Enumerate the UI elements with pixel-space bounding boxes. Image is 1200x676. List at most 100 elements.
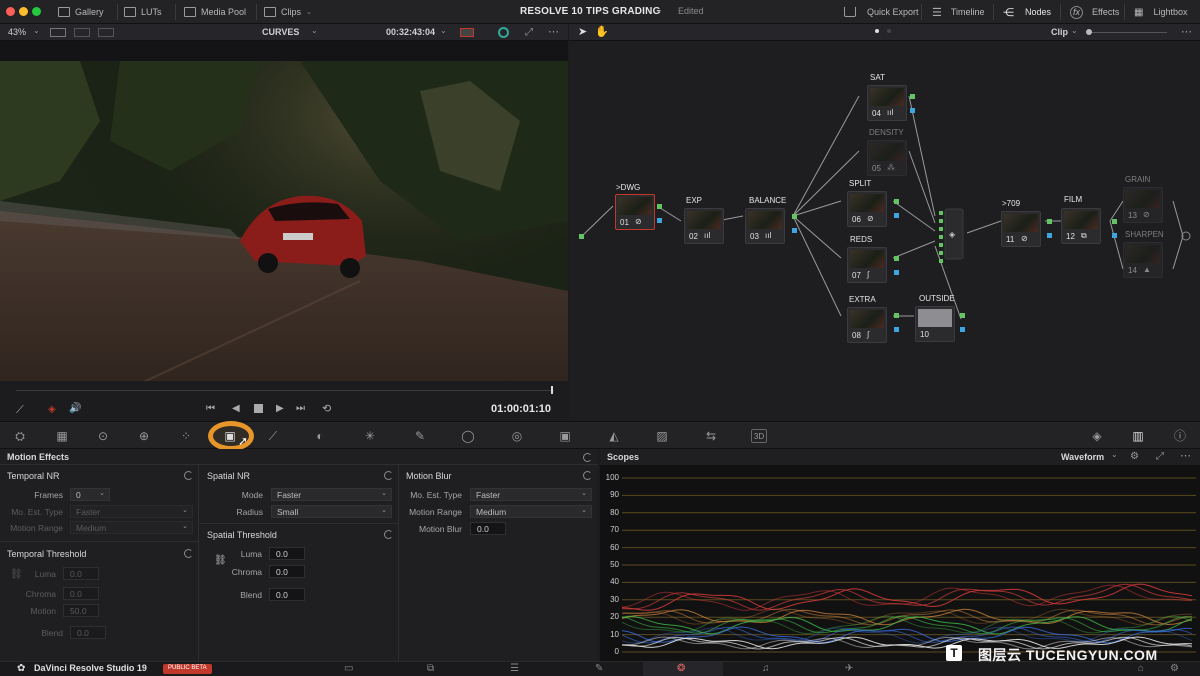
speaker-icon[interactable]: 🔊 [69,403,81,414]
camera-raw-icon[interactable]: ⛭ [12,429,28,443]
more-options-icon[interactable]: ⋯ [1181,25,1192,38]
node-04[interactable]: 04 ııl [867,85,907,121]
spatial-luma-input[interactable]: 0.0 [269,547,305,560]
go-to-start-icon[interactable]: ⏮ [206,403,215,414]
node-11[interactable]: 11 ⊘ [1001,211,1041,247]
color-match-icon[interactable]: ▦ [54,429,70,443]
spatial-chroma-input[interactable]: 0.0 [269,565,305,578]
node-06[interactable]: 06 ⊘ [847,191,887,227]
tab-effects[interactable]: fx Effects [1070,4,1119,20]
node-editor[interactable]: ◈ >DWG 01 ⊘ EXP 02 ııl BALANCE 03 ııl SAT 0… [569,41,1200,421]
minimize-window-button[interactable] [19,7,28,16]
fullscreen-icon[interactable]: ⤢ [525,27,533,38]
reset-icon[interactable] [583,471,592,480]
qualifier-pick-icon[interactable]: ✎ [412,429,428,443]
color-picker-icon[interactable] [498,27,509,38]
chevron-down-icon[interactable]: ⌄ [33,26,40,35]
primaries-icon[interactable]: ⊙ [95,429,111,443]
tab-nodes[interactable]: ⋲ Nodes [1003,4,1051,20]
playhead[interactable] [551,386,553,394]
spatial-blend-input[interactable]: 0.0 [269,588,305,601]
node-05[interactable]: 05 ⁂ [867,140,907,176]
stop-icon[interactable] [254,404,263,413]
edit-page-icon[interactable]: ☰ [510,663,519,674]
info-icon[interactable]: ⓘ [1172,429,1188,443]
hand-icon[interactable]: ✋ [595,25,609,38]
tab-luts[interactable]: LUTs [124,4,162,20]
more-options-icon[interactable]: ⋯ [1180,449,1191,462]
pointer-icon[interactable]: ➤ [578,25,587,38]
temporal-blend-input[interactable]: 0.0 [70,626,106,639]
motion-blur-mo-est-dropdown[interactable]: Faster ⌄ [470,488,592,501]
tab-lightbox[interactable]: ▦ Lightbox [1134,4,1187,20]
settings-icon[interactable]: ⚙ [1170,663,1179,674]
tab-media-pool[interactable]: Media Pool [184,4,246,20]
single-viewer-icon[interactable] [50,28,66,37]
fusion-page-icon[interactable]: ✎ [595,663,603,674]
blur-icon[interactable]: ◭ [606,429,622,443]
motion-blur-input[interactable]: 0.0 [470,522,506,535]
chevron-down-icon[interactable]: ⌄ [311,26,318,35]
highlight-icon[interactable] [460,28,474,37]
scope-settings-icon[interactable]: ⚙ [1130,451,1139,462]
chevron-down-icon[interactable]: ⌄ [1071,26,1078,35]
qualifier-icon[interactable]: ✳ [362,429,378,443]
keyframes-icon[interactable]: ◈ [1089,429,1105,443]
chevron-down-icon[interactable]: ⌄ [1111,450,1118,459]
reset-icon[interactable] [184,471,193,480]
wipe-viewer-icon[interactable] [98,28,114,37]
reset-icon[interactable] [184,549,193,558]
node-mode[interactable]: Clip [1051,27,1068,37]
node-03[interactable]: 03 ııl [745,208,785,244]
temporal-motion-input[interactable]: 50.0 [63,604,99,617]
zoom-slider-handle[interactable] [1086,29,1092,35]
pipette-icon[interactable]: ⟋ [16,404,24,417]
node-07[interactable]: 07 ∫ [847,247,887,283]
scope-type-dropdown[interactable]: Waveform [1061,452,1104,462]
scopes-icon[interactable]: ▥ [1130,429,1146,443]
viewer-mode[interactable]: CURVES [262,27,299,37]
spatial-radius-dropdown[interactable]: Small ⌄ [271,505,392,518]
sizing-icon[interactable]: ⇆ [703,429,719,443]
scrubber-track[interactable] [16,390,554,391]
layers-icon[interactable]: ◈ [48,404,56,415]
tab-gallery[interactable]: Gallery [58,4,104,20]
reset-icon[interactable] [384,471,393,480]
reset-icon[interactable] [384,530,393,539]
frames-dropdown[interactable]: 0 ⌄ [70,488,110,501]
chevron-down-icon[interactable]: ⌄ [440,26,447,35]
more-options-icon[interactable]: ⋯ [548,25,559,38]
media-page-icon[interactable]: ▭ [344,663,353,674]
temporal-luma-input[interactable]: 0.0 [63,567,99,580]
magic-mask-icon[interactable]: ▣ [557,429,573,443]
tab-clips[interactable]: Clips ⌄ [264,4,312,20]
window-icon[interactable]: ◯ [460,429,476,443]
motion-effects-icon[interactable]: ▣ [222,429,238,443]
color-warper-icon[interactable]: ◐ [312,429,328,443]
temporal-motion-range-dropdown[interactable]: Medium ⌄ [70,521,193,534]
loop-icon[interactable]: ⟲ [322,402,331,415]
node-02[interactable]: 02 ııl [684,208,724,244]
rgb-mixer-icon[interactable]: ⁘ [178,429,194,443]
tab-timeline[interactable]: ☰ Timeline [932,4,985,20]
tracker-icon[interactable]: ◎ [509,429,525,443]
go-to-end-icon[interactable]: ⏭ [296,403,305,414]
node-12[interactable]: 12 ⧉ [1061,208,1101,244]
cut-page-icon[interactable]: ⧉ [427,663,434,674]
node-13[interactable]: 13 ⊘ [1123,187,1163,223]
node-08[interactable]: 08 ∫ [847,307,887,343]
temporal-chroma-input[interactable]: 0.0 [63,587,99,600]
maximize-window-button[interactable] [32,7,41,16]
zoom-level[interactable]: 43% [8,27,26,37]
fairlight-page-icon[interactable]: ♫ [762,663,770,674]
chevron-down-icon[interactable]: ⌄ [656,5,663,14]
quick-export-button[interactable]: Quick Export [844,4,919,20]
hdr-icon[interactable]: ⊕ [136,429,152,443]
deliver-page-icon[interactable]: ✈ [845,663,853,674]
color-page-icon[interactable]: ❂ [677,663,685,674]
page-dot[interactable] [887,29,891,33]
node-01[interactable]: 01 ⊘ [615,194,655,230]
spatial-mode-dropdown[interactable]: Faster ⌄ [271,488,392,501]
close-window-button[interactable] [6,7,15,16]
zoom-slider[interactable] [1087,32,1167,33]
